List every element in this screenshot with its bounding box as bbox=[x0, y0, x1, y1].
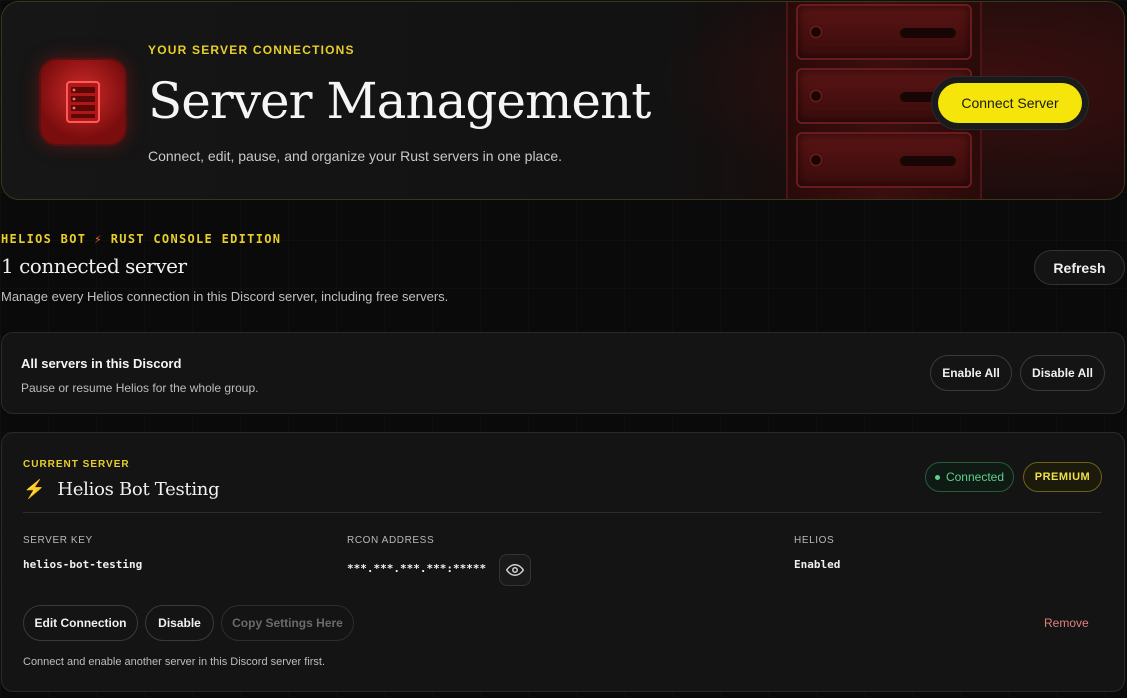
brand-line: HELIOS BOT ⚡ RUST CONSOLE EDITION bbox=[1, 232, 281, 246]
premium-badge: PREMIUM bbox=[1023, 462, 1102, 492]
server-name-row: ⚡ Helios Bot Testing bbox=[23, 479, 220, 500]
divider bbox=[23, 512, 1101, 513]
refresh-button[interactable]: Refresh bbox=[1034, 250, 1125, 285]
rack-unit bbox=[796, 4, 972, 60]
brand-name: HELIOS BOT bbox=[1, 232, 87, 246]
server-rack-icon bbox=[39, 58, 127, 146]
remove-button[interactable]: Remove bbox=[1044, 616, 1089, 630]
hero-eyebrow: YOUR SERVER CONNECTIONS bbox=[148, 43, 355, 57]
server-name: Helios Bot Testing bbox=[57, 479, 220, 500]
eye-icon bbox=[506, 563, 524, 577]
status-badge: Connected bbox=[925, 462, 1014, 492]
bolt-icon: ⚡ bbox=[94, 232, 103, 246]
hero-banner: YOUR SERVER CONNECTIONS Server Managemen… bbox=[1, 1, 1125, 200]
server-count-title: 1 connected server bbox=[1, 254, 187, 278]
rcon-address-value: ***.***.***.***:***** bbox=[347, 562, 487, 575]
server-key-value: helios-bot-testing bbox=[23, 558, 143, 571]
bolt-icon: ⚡ bbox=[23, 479, 46, 499]
group-subtitle: Pause or resume Helios for the whole gro… bbox=[21, 381, 259, 395]
status-text: Connected bbox=[945, 470, 1005, 484]
reveal-rcon-button[interactable] bbox=[499, 554, 531, 586]
page-title: Server Management bbox=[148, 72, 651, 130]
hero-subtitle: Connect, edit, pause, and organize your … bbox=[148, 148, 563, 164]
rcon-address-label: RCON ADDRESS bbox=[347, 535, 435, 546]
helios-status-value: Enabled bbox=[794, 558, 841, 571]
current-server-label: CURRENT SERVER bbox=[23, 459, 130, 470]
connect-server-button[interactable]: Connect Server bbox=[931, 76, 1089, 130]
server-key-label: SERVER KEY bbox=[23, 535, 93, 546]
group-title: All servers in this Discord bbox=[21, 356, 182, 371]
disable-button[interactable]: Disable bbox=[145, 605, 214, 641]
disable-all-button[interactable]: Disable All bbox=[1020, 355, 1105, 391]
copy-settings-button[interactable]: Copy Settings Here bbox=[221, 605, 354, 641]
status-dot-icon bbox=[934, 474, 940, 480]
enable-all-button[interactable]: Enable All bbox=[930, 355, 1012, 391]
current-server-card: CURRENT SERVER ⚡ Helios Bot Testing Conn… bbox=[1, 432, 1125, 692]
footnote: Connect and enable another server in thi… bbox=[23, 656, 326, 668]
server-count-description: Manage every Helios connection in this D… bbox=[1, 289, 449, 304]
connect-server-label: Connect Server bbox=[938, 83, 1082, 123]
brand-edition: RUST CONSOLE EDITION bbox=[110, 232, 282, 246]
rack-unit bbox=[796, 132, 972, 188]
edit-connection-button[interactable]: Edit Connection bbox=[23, 605, 138, 641]
group-controls-card: All servers in this Discord Pause or res… bbox=[1, 332, 1125, 414]
helios-label: HELIOS bbox=[794, 535, 835, 546]
